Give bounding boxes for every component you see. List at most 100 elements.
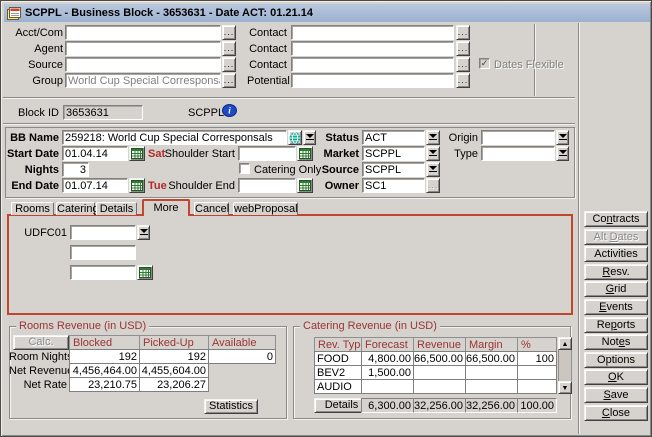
catering-only-checkbox[interactable] [239,163,250,174]
origin-field[interactable] [481,130,555,145]
side-button-grid[interactable]: Grid [584,281,648,297]
nights-field[interactable]: 3 [62,162,89,177]
potential-label: Potential [247,75,287,87]
rooms-revenue-title: Rooms Revenue (in USD) [16,320,149,332]
rooms-revenue-cell[interactable]: 192 [69,349,140,364]
agent-lov-button[interactable]: ... [222,41,236,56]
acct-com-lov-button[interactable]: ... [222,25,236,40]
catering-revenue-cell[interactable] [361,379,414,394]
side-button-save[interactable]: Save [584,387,648,403]
side-button-alt-dates[interactable]: Alt Dates [584,229,648,245]
tab-details[interactable]: Details [96,202,137,215]
bb-name-field[interactable]: 259218: World Cup Special Corresponsals [62,130,287,145]
calc-button[interactable]: Calc. [13,335,69,350]
end-date-label: End Date [7,180,59,192]
side-button-options[interactable]: Options [584,352,648,368]
shoulder-start-label: Shoulder Start [161,148,235,160]
group-field[interactable]: World Cup Special Corresponsals [65,73,221,88]
globe-icon[interactable] [288,130,302,145]
catering-column-header: % [517,337,557,352]
contact-field[interactable] [291,41,454,56]
agent-field[interactable] [65,41,221,56]
catering-revenue-cell[interactable]: 4,800.00 [361,351,414,366]
source-dropdown-icon[interactable] [426,162,440,177]
side-button-resv[interactable]: Resv. [584,264,648,280]
contact-lov-button[interactable]: ... [456,25,470,40]
catering-revenue-cell[interactable]: 100 [517,351,557,366]
tab-more[interactable]: More [142,199,190,216]
market-field[interactable]: SCPPL [362,146,425,161]
calendar-icon[interactable] [297,178,313,193]
scroll-up-icon[interactable]: ▲ [558,337,572,350]
source-lov-button[interactable]: ... [222,57,236,72]
udfc02-field[interactable] [70,245,136,260]
udfc01-label: UDFC01 [17,227,67,239]
tab-catering[interactable]: Catering [56,202,95,215]
owner-field[interactable]: SC1 [362,178,425,193]
start-date-label: Start Date [7,148,59,160]
catering-total-cell: 9,332,256.00 [465,398,518,413]
rooms-revenue-cell[interactable]: 0 [208,349,276,364]
type-dropdown-icon[interactable] [556,146,569,161]
type-field[interactable] [481,146,555,161]
potential-field[interactable] [291,73,454,88]
catering-revenue-cell[interactable]: AUDIO [314,379,362,394]
origin-dropdown-icon[interactable] [556,130,569,145]
group-lov-button[interactable]: ... [222,73,236,88]
calendar-icon[interactable] [129,178,145,193]
side-button-contracts[interactable]: Contracts [584,211,648,227]
rooms-revenue-cell[interactable]: 4,455,604.00 [139,363,209,378]
catering-revenue-cell[interactable] [413,379,466,394]
side-button-notes[interactable]: Notes [584,334,648,350]
calendar-icon[interactable] [137,265,153,280]
udfc01-field[interactable] [70,225,136,240]
catering-revenue-cell[interactable]: 9,866,500.00 [465,351,518,366]
statistics-button[interactable]: Statistics [204,399,258,414]
contact-lov-button[interactable]: ... [456,57,470,72]
info-icon[interactable]: i [222,104,237,120]
catering-revenue-cell[interactable] [465,365,518,380]
catering-column-header: Revenue [413,337,466,352]
calendar-icon[interactable] [297,146,313,161]
acct-com-field[interactable] [65,25,221,40]
nights-label: Nights [7,164,59,176]
tab-rooms[interactable]: Rooms [11,202,54,215]
catering-revenue-cell[interactable]: FOOD [314,351,362,366]
udfc01-dropdown-icon[interactable] [137,225,150,240]
shoulder-end-field[interactable] [238,178,296,193]
side-button-ok[interactable]: OK [584,369,648,385]
udfd01-field[interactable] [70,265,136,280]
shoulder-start-field[interactable] [238,146,296,161]
start-date-field[interactable]: 01.04.14 [62,146,128,161]
dates-flexible-checkbox[interactable]: ✓ [479,58,490,69]
catering-revenue-cell[interactable] [413,365,466,380]
contact-field[interactable] [291,25,454,40]
calendar-icon[interactable] [129,146,145,161]
potential-lov-button[interactable]: ... [456,73,470,88]
rooms-revenue-cell[interactable]: 4,456,464.00 [69,363,140,378]
contact-lov-button[interactable]: ... [456,41,470,56]
scroll-down-icon[interactable]: ▼ [558,381,572,394]
catering-revenue-cell[interactable]: BEV2 [314,365,362,380]
end-date-field[interactable]: 01.07.14 [62,178,128,193]
catering-revenue-cell[interactable] [517,379,557,394]
tab-cancel[interactable]: Cancel [194,202,229,215]
owner-lov-button[interactable]: ... [426,178,440,193]
rooms-revenue-cell[interactable]: 192 [139,349,209,364]
rooms-revenue-cell[interactable]: 23,210.75 [69,377,140,392]
source-field[interactable] [65,57,221,72]
side-button-close[interactable]: Close [584,405,648,421]
status-field[interactable]: ACT [362,130,425,145]
title-bar[interactable]: SCPPL - Business Block - 3653631 - Date … [4,4,650,22]
rooms-revenue-cell[interactable]: 23,206.27 [139,377,209,392]
side-button-events[interactable]: Events [584,299,648,315]
catering-revenue-cell[interactable] [465,379,518,394]
side-button-reports[interactable]: Reports [584,317,648,333]
catering-revenue-cell[interactable] [517,365,557,380]
catering-revenue-cell[interactable]: 1,500.00 [361,365,414,380]
side-button-activities[interactable]: Activities [584,246,648,262]
catering-revenue-cell[interactable]: 9,866,500.00 [413,351,466,366]
source-field[interactable]: SCPPL [362,162,425,177]
tab-webproposal[interactable]: webProposal [233,202,298,215]
contact-field[interactable] [291,57,454,72]
